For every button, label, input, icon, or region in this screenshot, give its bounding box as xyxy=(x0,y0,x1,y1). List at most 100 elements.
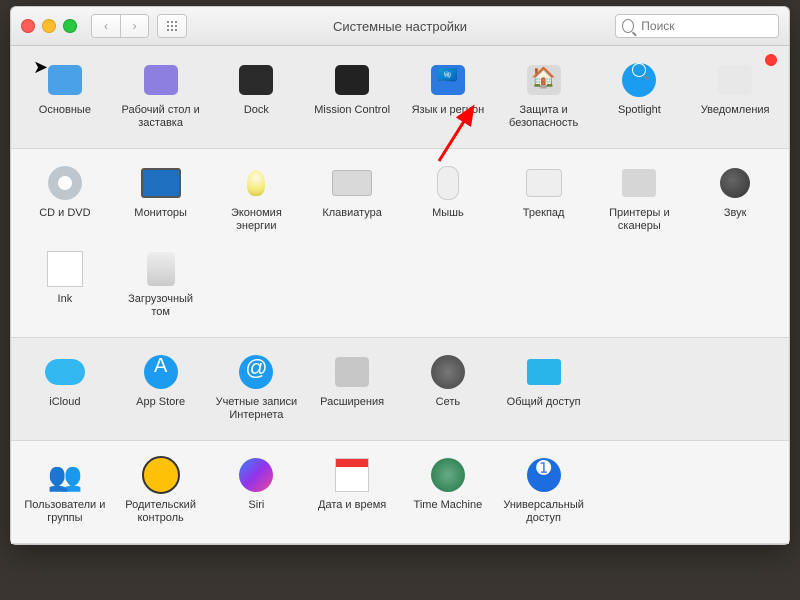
pref-label: Расширения xyxy=(320,396,384,409)
back-button[interactable]: ‹ xyxy=(92,15,120,37)
app-store-icon: A xyxy=(141,352,181,392)
mission-control-icon xyxy=(332,60,372,100)
pref-label: Уведомления xyxy=(701,104,770,117)
keyboard-icon xyxy=(332,163,372,203)
cd-dvd-icon xyxy=(45,163,85,203)
pref-label: Универсальный доступ xyxy=(501,499,587,525)
pref-label: Рабочий стол и заставка xyxy=(118,104,204,130)
pref-label: Ink xyxy=(58,293,73,306)
minimize-button[interactable] xyxy=(42,19,56,33)
pref-row-3: 👥 Пользователи и группы Родительский контр… xyxy=(11,441,789,544)
window-controls xyxy=(21,19,77,33)
pref-lang[interactable]: 🇺🇳 Язык и регион xyxy=(400,56,496,142)
sound-icon xyxy=(715,163,755,203)
pref-appstore[interactable]: A App Store xyxy=(113,348,209,434)
pref-label: Принтеры и сканеры xyxy=(596,207,682,233)
pref-label: Защита и безопасность xyxy=(501,104,587,130)
search-field[interactable] xyxy=(615,14,779,38)
nav-buttons: ‹ › xyxy=(91,14,149,38)
icloud-icon xyxy=(45,352,85,392)
forward-button[interactable]: › xyxy=(120,15,148,37)
pref-label: Учетные записи Интернета xyxy=(213,396,299,422)
general-icon xyxy=(45,60,85,100)
pref-general[interactable]: Основные xyxy=(17,56,113,142)
pref-extensions[interactable]: Расширения xyxy=(304,348,400,434)
pref-siri[interactable]: Siri xyxy=(209,451,305,537)
pref-monitors[interactable]: Мониторы xyxy=(113,159,209,245)
pref-sharing[interactable]: Общий доступ xyxy=(496,348,592,434)
pref-iaccounts[interactable]: @ Учетные записи Интернета xyxy=(209,348,305,434)
pref-label: Сеть xyxy=(436,396,460,409)
pref-label: Time Machine xyxy=(414,499,483,512)
pref-cddvd[interactable]: CD и DVD xyxy=(17,159,113,245)
search-input[interactable] xyxy=(639,18,772,34)
pref-energy[interactable]: Экономия энергии xyxy=(209,159,305,245)
pref-label: Клавиатура xyxy=(322,207,382,220)
pref-users[interactable]: 👥 Пользователи и группы xyxy=(17,451,113,537)
pref-dock[interactable]: Dock xyxy=(209,56,305,142)
dock-icon xyxy=(236,60,276,100)
pref-keyboard[interactable]: Клавиатура xyxy=(304,159,400,245)
pref-parental[interactable]: Родительский контроль xyxy=(113,451,209,537)
pref-trackpad[interactable]: Трекпад xyxy=(496,159,592,245)
preferences-grid: Основные Рабочий стол и заставкаDockMissi… xyxy=(11,46,789,544)
accessibility-icon: ➊ xyxy=(524,455,564,495)
pref-label: App Store xyxy=(136,396,185,409)
displays-icon xyxy=(141,163,181,203)
pref-notif[interactable]: Уведомления xyxy=(687,56,783,142)
security-icon: 🏠 xyxy=(524,60,564,100)
pref-mouse[interactable]: Мышь xyxy=(400,159,496,245)
show-all-button[interactable] xyxy=(157,14,187,38)
pref-spotlight[interactable]: Spotlight xyxy=(592,56,688,142)
zoom-button[interactable] xyxy=(63,19,77,33)
trackpad-icon xyxy=(524,163,564,203)
pref-label: Дата и время xyxy=(318,499,386,512)
pref-label: Язык и регион xyxy=(412,104,485,117)
siri-icon xyxy=(236,455,276,495)
internet-accounts-icon: @ xyxy=(236,352,276,392)
pref-label: Siri xyxy=(248,499,264,512)
pref-label: Мониторы xyxy=(134,207,187,220)
language-region-icon: 🇺🇳 xyxy=(428,60,468,100)
pref-ink[interactable]: Ink xyxy=(17,245,113,331)
pref-label: Звук xyxy=(724,207,747,220)
parental-controls-icon xyxy=(141,455,181,495)
pref-label: Трекпад xyxy=(523,207,565,220)
printers-icon xyxy=(619,163,659,203)
pref-row-0: Основные Рабочий стол и заставкаDockMissi… xyxy=(11,46,789,149)
pref-datetime[interactable]: Дата и время xyxy=(304,451,400,537)
pref-accessibility[interactable]: ➊ Универсальный доступ xyxy=(496,451,592,537)
close-button[interactable] xyxy=(21,19,35,33)
grid-icon xyxy=(166,20,178,32)
pref-row-1: CD и DVD Мониторы Экономия энергии Клавиату… xyxy=(11,149,789,338)
pref-label: Spotlight xyxy=(618,104,661,117)
sharing-icon xyxy=(524,352,564,392)
energy-saver-icon xyxy=(236,163,276,203)
pref-sound[interactable]: Звук xyxy=(687,159,783,245)
pref-security[interactable]: 🏠 Защита и безопасность xyxy=(496,56,592,142)
pref-timemachine[interactable]: Time Machine xyxy=(400,451,496,537)
network-icon xyxy=(428,352,468,392)
pref-label: Пользователи и группы xyxy=(22,499,108,525)
pref-label: Основные xyxy=(39,104,91,117)
pref-label: CD и DVD xyxy=(39,207,90,220)
notification-badge xyxy=(765,54,777,66)
pref-label: Родительский контроль xyxy=(118,499,204,525)
pref-desktop[interactable]: Рабочий стол и заставка xyxy=(113,56,209,142)
pref-network[interactable]: Сеть xyxy=(400,348,496,434)
titlebar: ‹ › Системные настройки xyxy=(11,7,789,46)
pref-startup[interactable]: Загрузочный том xyxy=(113,245,209,331)
users-groups-icon: 👥 xyxy=(45,455,85,495)
pref-mission[interactable]: Mission Control xyxy=(304,56,400,142)
time-machine-icon xyxy=(428,455,468,495)
desktop-icon xyxy=(141,60,181,100)
pref-row-2: iCloud A App Store @ Учетные записи Интернет… xyxy=(11,338,789,441)
system-preferences-window: ‹ › Системные настройки Основные Рабочий … xyxy=(10,6,790,545)
pref-icloud[interactable]: iCloud xyxy=(17,348,113,434)
startup-disk-icon xyxy=(141,249,181,289)
spotlight-icon xyxy=(619,60,659,100)
pref-label: Мышь xyxy=(432,207,464,220)
pref-printers[interactable]: Принтеры и сканеры xyxy=(592,159,688,245)
pref-label: Экономия энергии xyxy=(213,207,299,233)
extensions-icon xyxy=(332,352,372,392)
